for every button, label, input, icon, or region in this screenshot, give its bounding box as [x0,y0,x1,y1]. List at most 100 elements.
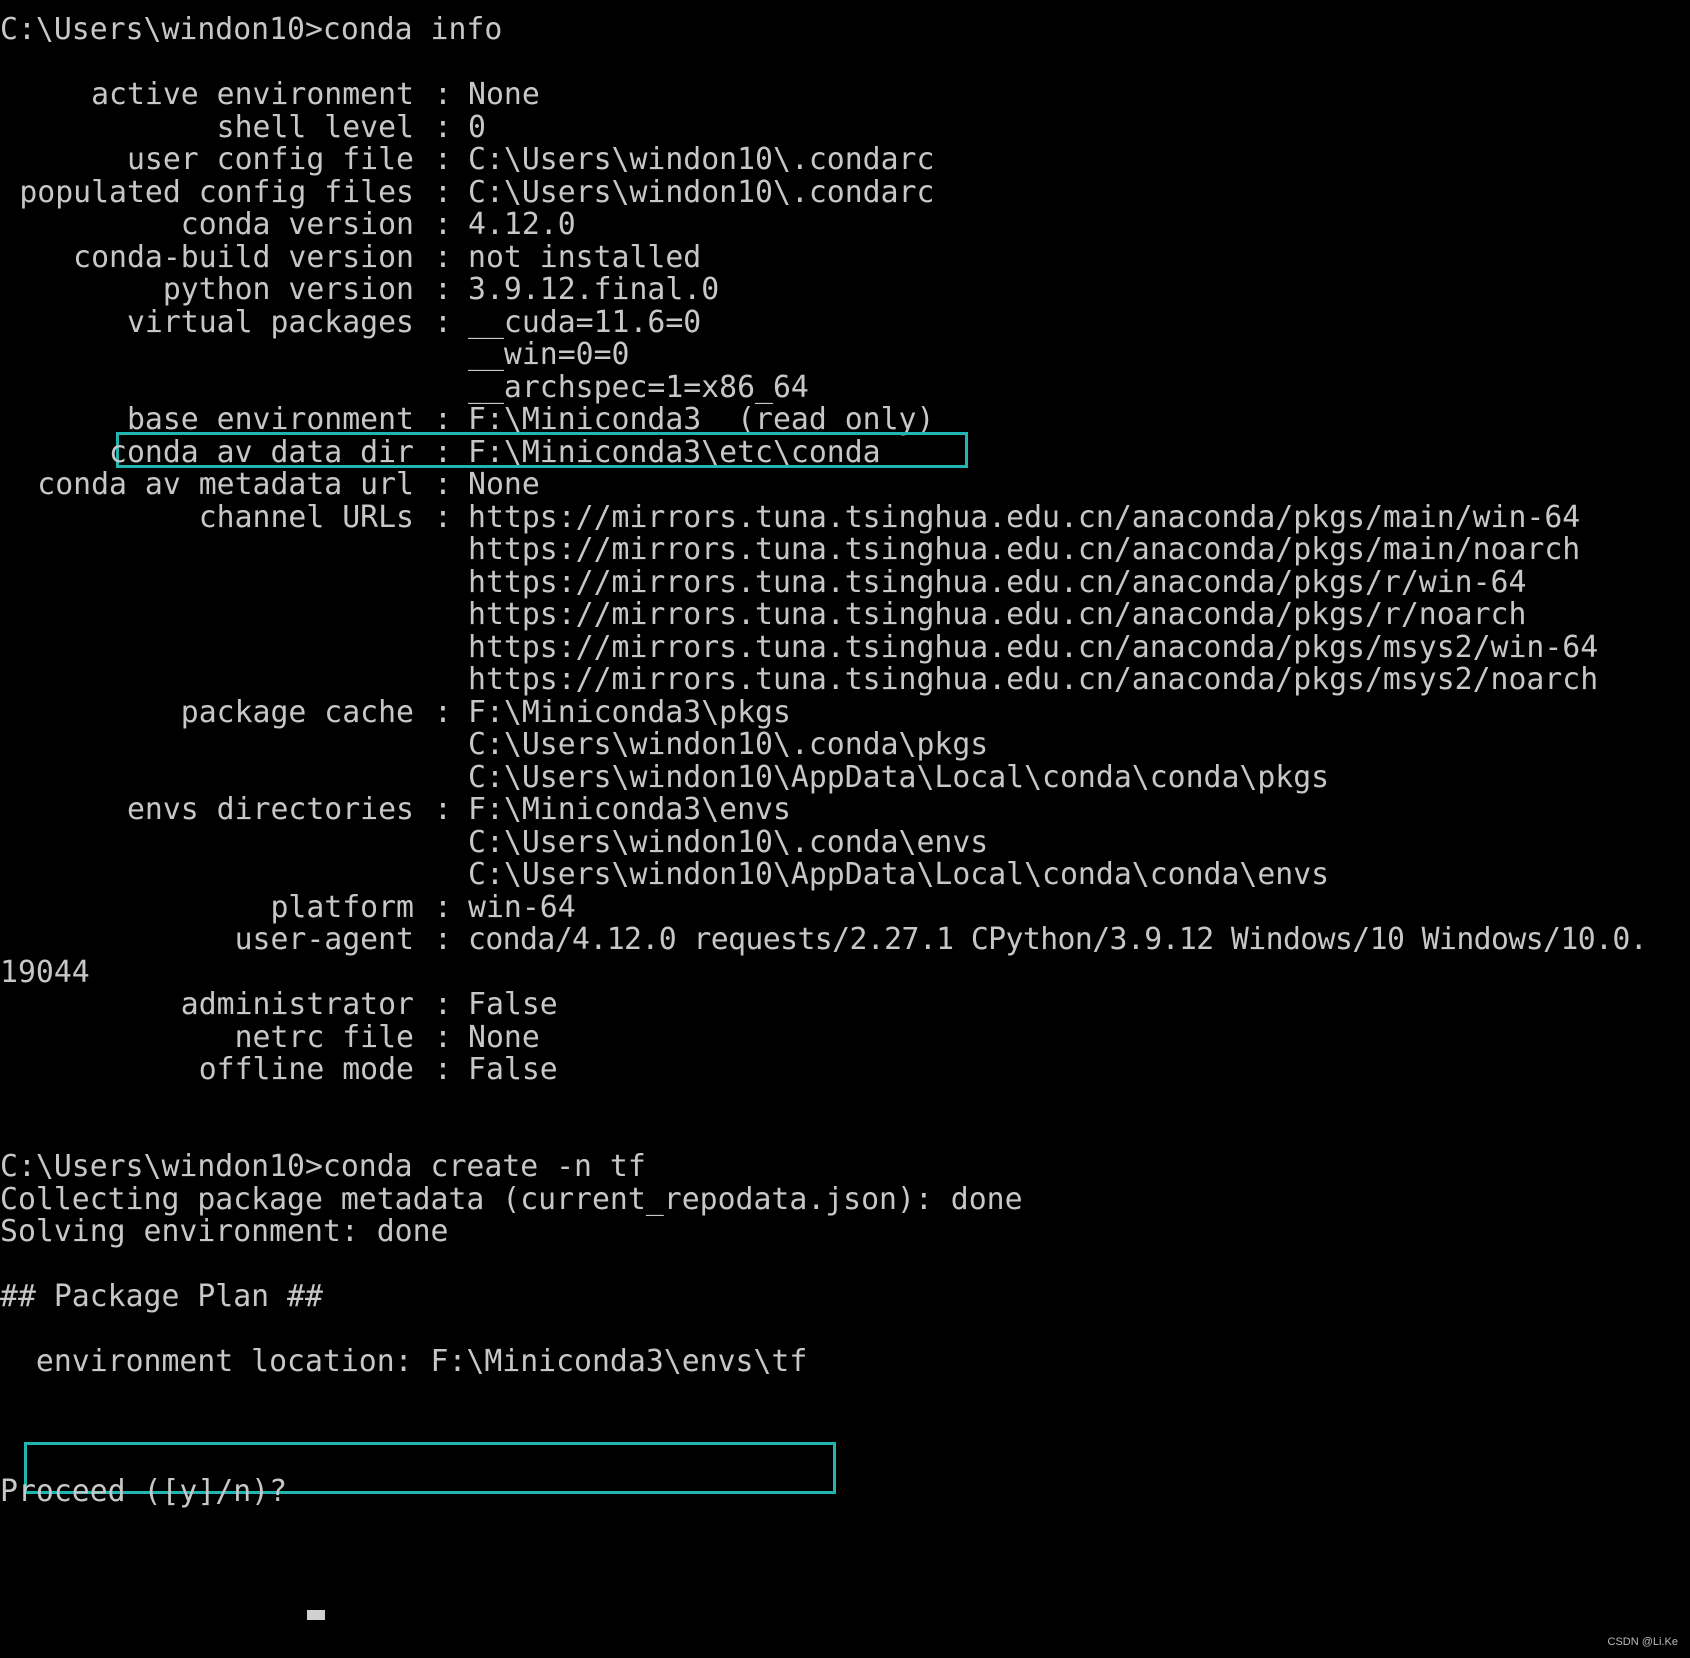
info-value: https://mirrors.tuna.tsinghua.edu.cn/ana… [468,500,1581,535]
info-row: populated config files : C:\Users\windon… [0,175,1690,210]
info-value: https://mirrors.tuna.tsinghua.edu.cn/ana… [468,565,1527,600]
terminal-window[interactable]: C:\Users\windon10>conda info active envi… [0,0,1690,1658]
info-value: C:\Users\windon10\AppData\Local\conda\co… [468,857,1330,892]
info-value: None [468,1020,540,1055]
info-separator: : [434,500,452,535]
info-separator: : [434,240,452,275]
info-key: conda version [180,207,414,242]
environment-location: environment location: F:\Miniconda3\envs… [0,1344,808,1379]
info-row: conda version : 4.12.0 [0,207,1690,242]
info-value: 0 [468,110,486,145]
info-separator: : [434,890,452,925]
proceed-prompt: Proceed ([y]/n)? [0,1474,305,1509]
package-plan-header: ## Package Plan ## [0,1279,323,1314]
info-value: C:\Users\windon10\.conda\envs [468,825,989,860]
info-row-continued: https://mirrors.tuna.tsinghua.edu.cn/ana… [0,565,1690,600]
info-separator: : [434,77,452,112]
info-row-continued: https://mirrors.tuna.tsinghua.edu.cn/ana… [0,532,1690,567]
command-prompt-conda-info: C:\Users\windon10>conda info [0,12,503,47]
info-value: C:\Users\windon10\.condarc [468,175,935,210]
info-value: not installed [468,240,702,275]
info-separator: : [434,1052,452,1087]
info-value: __cuda=11.6=0 [468,305,702,340]
info-key: user-agent [234,922,414,957]
info-key: channel URLs [198,500,414,535]
info-value: False [468,1052,558,1087]
info-separator: : [434,792,452,827]
info-value: C:\Users\windon10\.conda\pkgs [468,727,989,762]
info-value: __win=0=0 [468,337,630,372]
info-key: user config file [126,142,414,177]
info-row: python version : 3.9.12.final.0 [0,272,1690,307]
info-key: netrc file [234,1020,414,1055]
info-separator: : [434,110,452,145]
info-value: F:\Miniconda3\pkgs [468,695,791,730]
info-value: 3.9.12.final.0 [468,272,720,307]
info-separator: : [434,467,452,502]
info-separator: : [434,272,452,307]
info-row-continued: C:\Users\windon10\AppData\Local\conda\co… [0,760,1690,795]
info-key: active environment [91,77,414,112]
info-row: package cache : F:\Miniconda3\pkgs [0,695,1690,730]
info-separator: : [434,435,452,470]
info-key: python version [162,272,414,307]
info-value: None [468,77,540,112]
info-row: conda-build version : not installed [0,240,1690,275]
info-row: conda av metadata url : None [0,467,1690,502]
info-key: conda av data dir [109,435,414,470]
info-value: https://mirrors.tuna.tsinghua.edu.cn/ana… [468,662,1599,697]
text-cursor[interactable] [307,1610,325,1620]
info-key: platform [270,890,414,925]
collecting-status: Collecting package metadata (current_rep… [0,1182,1023,1217]
info-value: C:\Users\windon10\AppData\Local\conda\co… [468,760,1330,795]
info-row: conda av data dir : F:\Miniconda3\etc\co… [0,435,1690,470]
info-value: conda/4.12.0 requests/2.27.1 CPython/3.9… [468,922,1648,957]
info-separator: : [434,142,452,177]
info-separator: : [434,175,452,210]
info-row: user config file : C:\Users\windon10\.co… [0,142,1690,177]
info-row-continued: C:\Users\windon10\AppData\Local\conda\co… [0,857,1690,892]
watermark: CSDN @Li.Ke [1607,1636,1678,1648]
info-key: package cache [180,695,414,730]
info-row-continued: https://mirrors.tuna.tsinghua.edu.cn/ana… [0,630,1690,665]
info-value: C:\Users\windon10\.condarc [468,142,935,177]
info-key: administrator [180,987,414,1022]
info-row: virtual packages : __cuda=11.6=0 [0,305,1690,340]
info-row-continued: C:\Users\windon10\.conda\pkgs [0,727,1690,762]
info-value: https://mirrors.tuna.tsinghua.edu.cn/ana… [468,532,1581,567]
solving-status: Solving environment: done [0,1214,449,1249]
info-key: envs directories [126,792,414,827]
info-separator: : [434,1020,452,1055]
info-row: envs directories : F:\Miniconda3\envs [0,792,1690,827]
info-key: offline mode [198,1052,414,1087]
info-key: shell level [216,110,414,145]
info-value: https://mirrors.tuna.tsinghua.edu.cn/ana… [468,630,1599,665]
info-row-continued: __win=0=0 [0,337,1690,372]
info-value: False [468,987,558,1022]
command-prompt-conda-create: C:\Users\windon10>conda create -n tf [0,1149,646,1184]
info-value: https://mirrors.tuna.tsinghua.edu.cn/ana… [468,597,1527,632]
info-value: F:\Miniconda3\etc\conda [468,435,881,470]
info-row: netrc file : None [0,1020,1690,1055]
info-row: user-agent : conda/4.12.0 requests/2.27.… [0,922,1690,957]
info-row: platform : win-64 [0,890,1690,925]
info-separator: : [434,305,452,340]
info-row: offline mode : False [0,1052,1690,1087]
info-row-continued: C:\Users\windon10\.conda\envs [0,825,1690,860]
user-agent-wrap: 19044 [0,955,90,990]
info-key: populated config files [19,175,414,210]
info-key: conda-build version [73,240,414,275]
info-row: active environment : None [0,77,1690,112]
info-row-continued: __archspec=1=x86_64 [0,370,1690,405]
info-separator: : [434,922,452,957]
info-value: 4.12.0 [468,207,576,242]
info-value: F:\Miniconda3\envs [468,792,791,827]
info-separator: : [434,207,452,242]
info-row-continued: https://mirrors.tuna.tsinghua.edu.cn/ana… [0,662,1690,697]
info-value: win-64 [468,890,576,925]
info-key: virtual packages [126,305,414,340]
info-value: None [468,467,540,502]
info-key: conda av metadata url [37,467,414,502]
info-row: channel URLs : https://mirrors.tuna.tsin… [0,500,1690,535]
info-separator: : [434,987,452,1022]
